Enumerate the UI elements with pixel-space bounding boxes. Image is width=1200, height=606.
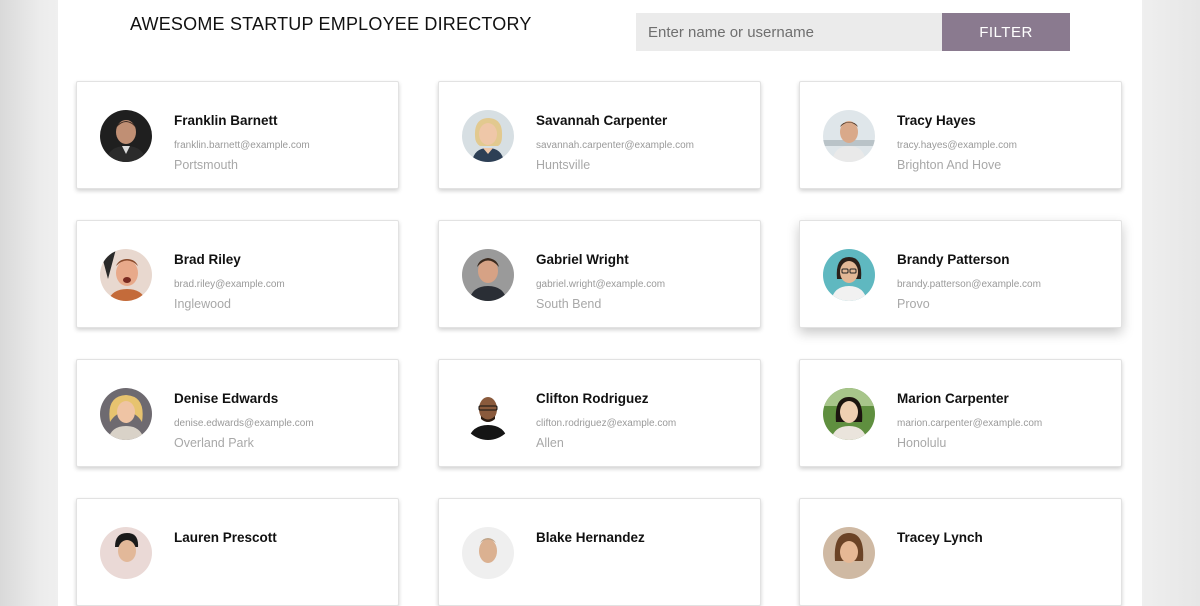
- employee-city: Inglewood: [174, 297, 231, 311]
- avatar: [100, 249, 152, 301]
- employee-email: denise.edwards@example.com: [174, 418, 314, 429]
- employee-email: clifton.rodriguez@example.com: [536, 418, 677, 429]
- employee-name: Tracey Lynch: [897, 530, 983, 545]
- employee-card[interactable]: Brad Riley brad.riley@example.com Inglew…: [76, 220, 399, 328]
- employee-name: Brad Riley: [174, 252, 241, 267]
- employee-name: Brandy Patterson: [897, 252, 1010, 267]
- avatar: [100, 527, 152, 579]
- employee-card[interactable]: Lauren Prescott: [76, 498, 399, 606]
- avatar: [462, 110, 514, 162]
- employee-name: Gabriel Wright: [536, 252, 629, 267]
- employee-card[interactable]: Clifton Rodriguez clifton.rodriguez@exam…: [438, 359, 761, 467]
- employee-name: Lauren Prescott: [174, 530, 277, 545]
- employee-email: franklin.barnett@example.com: [174, 140, 310, 151]
- employee-city: South Bend: [536, 297, 602, 311]
- employee-card[interactable]: Franklin Barnett franklin.barnett@exampl…: [76, 81, 399, 189]
- avatar: [462, 527, 514, 579]
- employee-name: Marion Carpenter: [897, 391, 1009, 406]
- employee-email: tracy.hayes@example.com: [897, 140, 1018, 151]
- employee-email: savannah.carpenter@example.com: [536, 140, 695, 151]
- employee-card[interactable]: Tracey Lynch: [799, 498, 1122, 606]
- avatar: [823, 249, 875, 301]
- employee-city: Provo: [897, 297, 930, 311]
- employee-city: Brighton And Hove: [897, 158, 1002, 172]
- filter-button[interactable]: FILTER: [942, 13, 1070, 51]
- employee-city: Overland Park: [174, 436, 254, 450]
- employee-name: Tracy Hayes: [897, 113, 976, 128]
- avatar: [823, 110, 875, 162]
- employee-card[interactable]: Denise Edwards denise.edwards@example.co…: [76, 359, 399, 467]
- employee-city: Honolulu: [897, 436, 947, 450]
- employee-name: Clifton Rodriguez: [536, 391, 649, 406]
- employee-email: marion.carpenter@example.com: [897, 418, 1043, 429]
- employee-city: Allen: [536, 436, 564, 450]
- avatar: [100, 110, 152, 162]
- avatar: [462, 388, 514, 440]
- page-title: AWESOME STARTUP EMPLOYEE DIRECTORY: [130, 14, 532, 34]
- employee-name: Savannah Carpenter: [536, 113, 668, 128]
- employee-city: Huntsville: [536, 158, 591, 172]
- search-input[interactable]: [636, 13, 942, 51]
- avatar: [462, 249, 514, 301]
- employee-card[interactable]: Brandy Patterson brandy.patterson@exampl…: [799, 220, 1122, 328]
- employee-card[interactable]: Savannah Carpenter savannah.carpenter@ex…: [438, 81, 761, 189]
- employee-card[interactable]: Blake Hernandez: [438, 498, 761, 606]
- employee-card[interactable]: Marion Carpenter marion.carpenter@exampl…: [799, 359, 1122, 467]
- directory-page: AWESOME STARTUP EMPLOYEE DIRECTORY FILTE…: [58, 0, 1142, 606]
- employee-email: brandy.patterson@example.com: [897, 279, 1041, 290]
- avatar: [823, 388, 875, 440]
- employee-city: Portsmouth: [174, 158, 238, 172]
- employee-card[interactable]: Gabriel Wright gabriel.wright@example.co…: [438, 220, 761, 328]
- employee-email: brad.riley@example.com: [174, 279, 285, 290]
- avatar: [823, 527, 875, 579]
- employee-name: Denise Edwards: [174, 391, 279, 406]
- employee-name: Franklin Barnett: [174, 113, 278, 128]
- employee-card[interactable]: Tracy Hayes tracy.hayes@example.com Brig…: [799, 81, 1122, 189]
- employee-email: gabriel.wright@example.com: [536, 279, 666, 290]
- employee-name: Blake Hernandez: [536, 530, 645, 545]
- avatar: [100, 388, 152, 440]
